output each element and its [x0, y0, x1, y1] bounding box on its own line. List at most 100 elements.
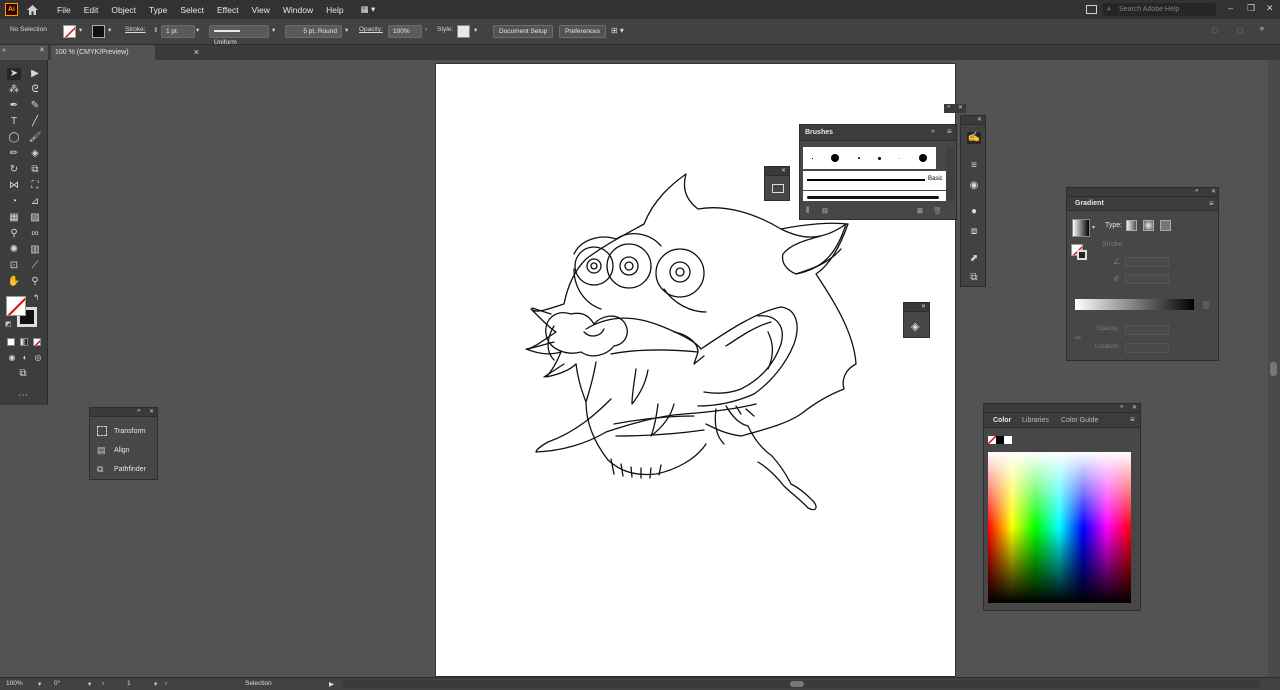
menu-type[interactable]: Type	[149, 5, 167, 15]
none-mode-icon[interactable]	[33, 338, 41, 346]
menu-help[interactable]: Help	[326, 5, 343, 15]
zoom-dropdown-icon[interactable]: ▾	[38, 680, 41, 688]
brushes-collapse-icon[interactable]: »	[947, 104, 950, 110]
stroke-weight-field[interactable]: 1 pt	[161, 25, 195, 38]
stroke-dock-icon[interactable]: ≡	[967, 160, 981, 172]
search-input[interactable]: ⌕ Search Adobe Help	[1103, 3, 1216, 16]
brushes-menu-icon[interactable]: ≡	[947, 127, 952, 136]
eraser-tool-icon[interactable]: ◈	[28, 148, 42, 160]
brush-dot-large[interactable]	[831, 154, 840, 162]
preferences-button[interactable]: Preferences	[559, 25, 607, 38]
color-close-icon[interactable]: ✕	[1132, 404, 1137, 411]
document-setup-button[interactable]: Document Setup	[493, 25, 554, 38]
panel-toggle-icon[interactable]	[1086, 5, 1097, 14]
paintbrush-tool-icon[interactable]: 🖌	[28, 132, 42, 144]
gradient-tab[interactable]: Gradient	[1075, 200, 1104, 207]
pencil-tool-icon[interactable]: ✏	[7, 148, 21, 160]
gradient-mode-icon[interactable]	[20, 338, 28, 346]
vertical-scrollbar[interactable]	[1268, 60, 1280, 677]
brush-dot-small[interactable]	[857, 157, 860, 159]
fill-swatch[interactable]	[63, 25, 76, 38]
gradient-preview-swatch[interactable]	[1072, 219, 1090, 237]
menu-file[interactable]: File	[57, 5, 71, 15]
radial-gradient-button[interactable]	[1143, 220, 1154, 231]
libraries-icon[interactable]	[772, 184, 784, 193]
shape-builder-tool-icon[interactable]: ◔	[7, 196, 21, 208]
brush-dot-xl[interactable]	[918, 154, 927, 162]
gradient-close-icon[interactable]: ✕	[1211, 188, 1216, 195]
artboard-dropdown-icon[interactable]: ▾	[154, 680, 157, 688]
symbol-sprayer-tool-icon[interactable]: ✺	[7, 244, 21, 256]
brushes-dock-icon[interactable]: ✍	[967, 132, 981, 144]
brush-charcoal-row[interactable]	[803, 191, 946, 201]
slice-tool-icon[interactable]: ⟋	[28, 260, 42, 272]
workspace-switcher-icon[interactable]: ▦ ▾	[361, 4, 376, 15]
opacity-arrow-icon[interactable]: ›	[425, 26, 427, 33]
fill-color-box[interactable]	[6, 296, 26, 316]
libraries-tab[interactable]: Libraries	[1022, 417, 1049, 424]
brush-library-panel-icon[interactable]: ⊟	[822, 207, 828, 215]
horizontal-scroll-thumb[interactable]	[790, 681, 804, 687]
hand-tool-icon[interactable]: ✋	[7, 276, 21, 288]
menu-select[interactable]: Select	[180, 5, 204, 15]
style-swatch[interactable]	[457, 25, 470, 38]
home-icon[interactable]	[26, 4, 39, 16]
gradient-aspect-field[interactable]	[1125, 274, 1169, 284]
default-fill-stroke-icon[interactable]: ◩	[5, 320, 12, 328]
appearance-dock-icon[interactable]: ●	[967, 206, 981, 218]
control-menu-icon[interactable]: ≡	[1260, 26, 1264, 33]
width-tool-icon[interactable]: ⋈	[7, 180, 21, 192]
layers-mini-close-icon[interactable]: ✕	[921, 303, 926, 310]
perspective-grid-tool-icon[interactable]: ⊿	[28, 196, 42, 208]
close-window-button[interactable]: ✕	[1266, 3, 1274, 14]
ellipse-tool-icon[interactable]: ◯	[7, 132, 21, 144]
color-menu-icon[interactable]: ≡	[1130, 415, 1135, 424]
brush-basic-row[interactable]: Basic	[803, 171, 946, 190]
gradient-tool-icon[interactable]: ▨	[28, 212, 42, 224]
arrange-documents-icon[interactable]: ⊞ ▾	[611, 26, 624, 35]
fill-dropdown-icon[interactable]: ▾	[79, 26, 82, 34]
gradient-preview-dropdown-icon[interactable]: ▾	[1092, 224, 1095, 231]
color-white-swatch[interactable]	[1004, 436, 1012, 444]
stroke-weight-dropdown-icon[interactable]: ▾	[196, 26, 199, 34]
new-brush-icon[interactable]: ⊞	[917, 207, 923, 215]
status-menu-arrow-icon[interactable]: ▶	[329, 680, 334, 688]
gradient-slider[interactable]	[1075, 299, 1194, 310]
gradient-angle-field[interactable]	[1125, 257, 1169, 267]
rotation-dropdown-icon[interactable]: ▾	[88, 680, 91, 688]
swap-fill-stroke-icon[interactable]: ↰	[33, 293, 40, 302]
linear-gradient-button[interactable]	[1126, 220, 1137, 231]
freeform-gradient-button[interactable]	[1160, 220, 1171, 231]
gradient-opacity-field[interactable]	[1125, 325, 1169, 335]
color-spectrum[interactable]	[988, 452, 1131, 603]
pen-tool-icon[interactable]: ✒	[7, 100, 21, 112]
mesh-tool-icon[interactable]: ▦	[7, 212, 21, 224]
profile-dropdown-icon[interactable]: ▾	[272, 26, 275, 34]
stroke-stepper-icon[interactable]: ⇕	[153, 26, 158, 34]
gradient-eyedropper-icon[interactable]: ✑	[1074, 333, 1082, 344]
gradient-menu-icon[interactable]: ≡	[1209, 199, 1214, 208]
edit-toolbar-icon[interactable]: ⋯	[16, 390, 30, 402]
menu-object[interactable]: Object	[111, 5, 136, 15]
brush-dropdown-icon[interactable]: ▾	[345, 26, 348, 34]
minimize-button[interactable]: –	[1228, 3, 1233, 13]
brush-dot-medium[interactable]	[878, 156, 882, 160]
zoom-field[interactable]: 100%	[6, 680, 23, 687]
export-dock-icon[interactable]: ⬈	[967, 253, 981, 265]
color-none-swatch[interactable]	[988, 436, 996, 444]
lasso-tool-icon[interactable]: ᘓ	[28, 84, 42, 96]
scale-tool-icon[interactable]: ⧉	[28, 164, 42, 176]
layers-icon[interactable]: ◈	[911, 320, 919, 333]
color-black-swatch[interactable]	[996, 436, 1004, 444]
graphic-styles-dock-icon[interactable]: ⧈	[967, 226, 981, 238]
rotation-field[interactable]: 0°	[54, 680, 60, 687]
color-mode-icon[interactable]	[7, 338, 15, 346]
menu-edit[interactable]: Edit	[84, 5, 99, 15]
color-collapse-icon[interactable]: »	[1120, 404, 1123, 410]
eyedropper-tool-icon[interactable]: ⚲	[7, 228, 21, 240]
brushes-expand-icon[interactable]: »	[931, 128, 935, 135]
artboard-tool-icon[interactable]: ⊡	[7, 260, 21, 272]
blend-tool-icon[interactable]: ∞	[28, 228, 42, 240]
variable-width-profile[interactable]: Uniform	[209, 25, 269, 46]
direct-selection-tool-icon[interactable]: ▶	[28, 68, 42, 80]
